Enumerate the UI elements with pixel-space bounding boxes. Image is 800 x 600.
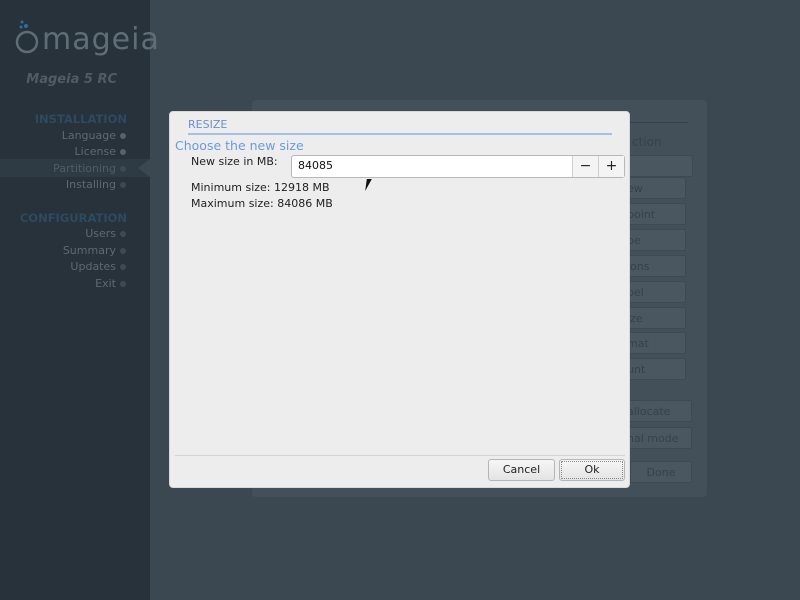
section-installation: INSTALLATION: [34, 112, 127, 126]
status-dot: [120, 133, 126, 139]
status-dot: [120, 166, 126, 172]
status-dot: [120, 149, 126, 155]
sidebar-item-summary: Summary: [62, 244, 116, 257]
heading-line: [630, 122, 688, 123]
minimum-size-text: Minimum size: 12918 MB: [191, 181, 330, 194]
cancel-button[interactable]: Cancel: [488, 459, 555, 481]
mouse-cursor-icon: [365, 179, 375, 191]
sidebar-item-users: Users: [85, 227, 116, 240]
version-label: Mageia 5 RC: [26, 72, 117, 87]
sidebar-item-language: Language: [61, 129, 116, 142]
done-button: Done: [630, 461, 692, 483]
size-label: New size in MB:: [191, 155, 278, 168]
status-dot: [120, 231, 126, 237]
status-dot: [120, 264, 126, 270]
sidebar-item-installing: Installing: [65, 178, 116, 191]
sidebar: mageia Mageia 5 RC INSTALLATION Language…: [0, 0, 159, 600]
status-dot: [120, 248, 126, 254]
active-arrow: [138, 159, 150, 177]
dialog-subtitle: Choose the new size: [175, 138, 304, 153]
brand-name: mageia: [42, 22, 160, 57]
sidebar-item-license: License: [74, 145, 116, 158]
dialog-title: RESIZE: [188, 118, 228, 131]
increment-button[interactable]: +: [598, 156, 624, 177]
sidebar-item-updates: Updates: [70, 260, 116, 273]
decrement-button[interactable]: −: [572, 156, 598, 177]
size-input[interactable]: [298, 159, 568, 172]
resize-dialog: RESIZE Choose the new size New size in M…: [169, 111, 630, 488]
ok-button[interactable]: Ok: [559, 459, 625, 481]
sidebar-item-partitioning: Partitioning: [53, 162, 116, 175]
status-dot: [120, 182, 126, 188]
section-configuration: CONFIGURATION: [19, 211, 127, 225]
divider: [175, 455, 625, 456]
status-dot: [120, 281, 126, 287]
size-spinbox[interactable]: − +: [291, 155, 625, 178]
maximum-size-text: Maximum size: 84086 MB: [191, 197, 333, 210]
panel-heading: ction: [632, 135, 662, 149]
sidebar-item-exit: Exit: [95, 277, 116, 290]
title-underline: [188, 133, 612, 135]
